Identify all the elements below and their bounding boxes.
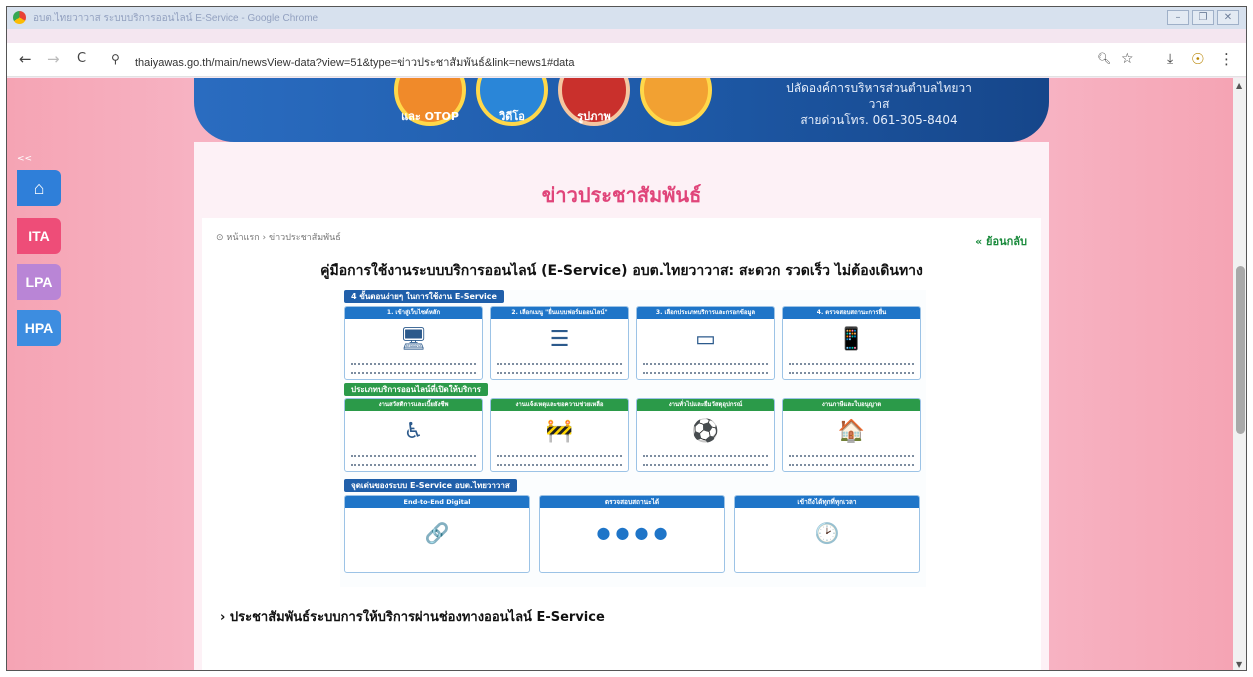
minimize-button[interactable]: – bbox=[1167, 10, 1189, 25]
vertical-scrollbar[interactable]: ▲ ▼ bbox=[1233, 78, 1246, 670]
house-tax-icon: 🏠 bbox=[837, 419, 866, 444]
breadcrumb[interactable]: ⊙ หน้าแรก › ข่าวประชาสัมพันธ์ bbox=[216, 230, 341, 244]
article-title: คู่มือการใช้งานระบบบริการออนไลน์ (E-Serv… bbox=[320, 263, 923, 279]
chain-link-icon: 🔗 bbox=[424, 521, 450, 545]
step-card: 3. เลือกประเภทบริการและกรอกข้อมูล ▭ bbox=[636, 306, 775, 380]
bookmark-star-icon[interactable]: ☆ bbox=[1121, 51, 1134, 67]
back-link[interactable]: « ย้อนกลับ bbox=[975, 232, 1027, 250]
tablet-icon: ▭ bbox=[695, 327, 716, 352]
equipment-icon: ⚽ bbox=[691, 419, 720, 444]
benefit-card: End-to-End Digital 🔗 bbox=[344, 495, 530, 573]
header-banner: และ OTOP วิดีโอ รูปภาพ ปลัดองค์การบริหาร… bbox=[194, 78, 1049, 142]
video-badge[interactable]: วิดีโอ bbox=[476, 78, 548, 126]
photo-badge[interactable]: รูปภาพ bbox=[558, 78, 630, 126]
close-button[interactable]: ✕ bbox=[1217, 10, 1239, 25]
download-icon[interactable]: ⤓ bbox=[1167, 51, 1173, 67]
otop-badge[interactable]: และ OTOP bbox=[394, 78, 466, 126]
benefit-card: ตรวจสอบสถานะได้ ● ● ● ● bbox=[539, 495, 725, 573]
menu-form-icon: ☰ bbox=[549, 327, 570, 352]
address-toolbar: ← → C ⚲ thaiyawas.go.th/main/newsView-da… bbox=[7, 43, 1246, 77]
service-card: งานทั่วไปและยืมวัสดุอุปกรณ์ ⚽ bbox=[636, 398, 775, 472]
extra-badge[interactable] bbox=[640, 78, 712, 126]
chrome-logo-icon bbox=[13, 11, 26, 24]
e-service-infographic: 4 ขั้นตอนง่ายๆ ในการใช้งาน E-Service 1. … bbox=[340, 290, 926, 587]
scrollbar-thumb[interactable] bbox=[1236, 266, 1245, 434]
step-card: 1. เข้าสู่เว็บไซต์หลัก 🖥 bbox=[344, 306, 483, 380]
benefit-card: เข้าถึงได้ทุกที่ทุกเวลา 🕑 bbox=[734, 495, 920, 573]
sidebar-collapse-icon[interactable]: << bbox=[17, 154, 32, 164]
welfare-icon: ♿ bbox=[403, 419, 424, 444]
sidebar-item-ita[interactable]: ITA bbox=[17, 218, 61, 254]
scroll-up-icon[interactable]: ▲ bbox=[1236, 81, 1242, 90]
step-card: 2. เลือกเมนู "ยื่นแบบฟอร์มออนไลน์" ☰ bbox=[490, 306, 629, 380]
news-panel: ข่าวประชาสัมพันธ์ ⊙ หน้าแรก › ข่าวประชาส… bbox=[194, 142, 1049, 670]
article-content: ⊙ หน้าแรก › ข่าวประชาสัมพันธ์ « ย้อนกลับ… bbox=[202, 218, 1041, 670]
section-title: ข่าวประชาสัมพันธ์ bbox=[541, 183, 702, 207]
back-arrow-icon[interactable]: ← bbox=[19, 51, 32, 67]
monitor-icon: 🖥 bbox=[399, 327, 428, 352]
menu-icon[interactable]: ⋮ bbox=[1219, 51, 1234, 67]
address-bar[interactable]: thaiyawas.go.th/main/newsView-data?view=… bbox=[135, 53, 574, 71]
step-card: 4. ตรวจสอบสถานะการยื่น 📱 bbox=[782, 306, 921, 380]
maximize-button[interactable]: ❐ bbox=[1192, 10, 1214, 25]
hotline-info: ปลัดองค์การบริหารส่วนตำบลไทยวาวาส สายด่ว… bbox=[779, 80, 979, 128]
phone-search-icon: 📱 bbox=[837, 327, 866, 352]
scroll-down-icon[interactable]: ▼ bbox=[1236, 660, 1242, 669]
status-dots-icon: ● ● ● ● bbox=[596, 523, 668, 542]
forward-arrow-icon[interactable]: → bbox=[47, 51, 60, 67]
office-line: ปลัดองค์การบริหารส่วนตำบลไทยวาวาส bbox=[786, 81, 972, 111]
reload-icon[interactable]: C bbox=[77, 51, 86, 67]
benefits-heading: จุดเด่นของระบบ E-Service อบต.ไทยวาวาส bbox=[344, 479, 517, 492]
service-card: งานสวัสดิการและเบี้ยยังชีพ ♿ bbox=[344, 398, 483, 472]
service-card: งานภาษีและใบอนุญาต 🏠 bbox=[782, 398, 921, 472]
site-info-icon[interactable]: ⚲ bbox=[111, 51, 120, 67]
title-bar: อบต.ไทยวาวาส ระบบบริการออนไลน์ E-Service… bbox=[7, 7, 1246, 29]
services-heading: ประเภทบริการออนไลน์ที่เปิดให้บริการ bbox=[344, 383, 488, 396]
sidebar-item-hpa[interactable]: HPA bbox=[17, 310, 61, 346]
related-news-link[interactable]: › ประชาสัมพันธ์ระบบการให้บริการผ่านช่องท… bbox=[220, 606, 605, 627]
page-viewport: และ OTOP วิดีโอ รูปภาพ ปลัดองค์การบริหาร… bbox=[7, 78, 1233, 670]
road-repair-icon: 🚧 bbox=[545, 419, 574, 444]
hotline-number: สายด่วนโทร. 061-305-8404 bbox=[800, 113, 958, 127]
home-icon: ⌂ bbox=[33, 178, 45, 198]
steps-heading: 4 ขั้นตอนง่ายๆ ในการใช้งาน E-Service bbox=[344, 290, 504, 303]
zoom-icon[interactable]: 🔍︎ bbox=[1097, 51, 1111, 67]
browser-window: อบต.ไทยวาวาส ระบบบริการออนไลน์ E-Service… bbox=[6, 6, 1247, 671]
profile-icon[interactable]: ☉ bbox=[1191, 51, 1204, 67]
home-button[interactable]: ⌂ bbox=[17, 170, 61, 206]
service-card: งานแจ้งเหตุและขอความช่วยเหลือ 🚧 bbox=[490, 398, 629, 472]
clock-icon: 🕑 bbox=[814, 521, 840, 545]
window-title: อบต.ไทยวาวาส ระบบบริการออนไลน์ E-Service… bbox=[33, 13, 319, 24]
sidebar-item-lpa[interactable]: LPA bbox=[17, 264, 61, 300]
